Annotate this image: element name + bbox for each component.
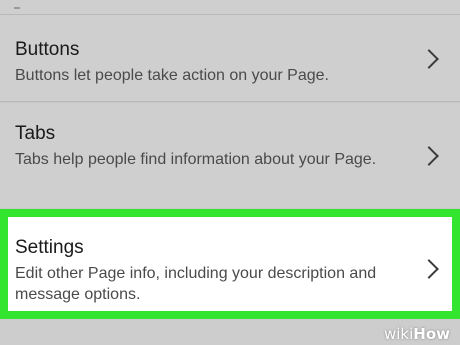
watermark-prefix: wiki — [383, 325, 414, 343]
settings-item-description: Buttons let people take action on your P… — [15, 67, 329, 84]
settings-item-title: Buttons — [15, 39, 80, 60]
settings-item-description: Edit other Page info, including your des… — [15, 265, 377, 303]
chevron-right-icon — [419, 146, 439, 166]
highlight-frame: Settings Edit other Page info, including… — [0, 209, 460, 319]
wikihow-watermark: wikiHow — [384, 325, 450, 343]
bottom-area: wikiHow — [0, 319, 460, 345]
settings-item-tabs[interactable]: Tabs Tabs help people find information a… — [0, 103, 460, 208]
previous-row-edge — [0, 0, 460, 15]
settings-item-buttons[interactable]: Buttons Buttons let people take action o… — [0, 15, 460, 102]
settings-item-settings[interactable]: Settings Edit other Page info, including… — [8, 217, 452, 311]
page-settings-screen: Buttons Buttons let people take action o… — [0, 0, 460, 345]
settings-item-title: Settings — [15, 237, 84, 258]
chevron-right-icon — [419, 49, 439, 69]
settings-item-title: Tabs — [15, 123, 56, 144]
chevron-right-icon — [419, 259, 439, 279]
previous-row-icon — [14, 0, 20, 9]
settings-item-description: Tabs help people find information about … — [15, 151, 377, 168]
watermark-suffix: How — [413, 325, 450, 343]
